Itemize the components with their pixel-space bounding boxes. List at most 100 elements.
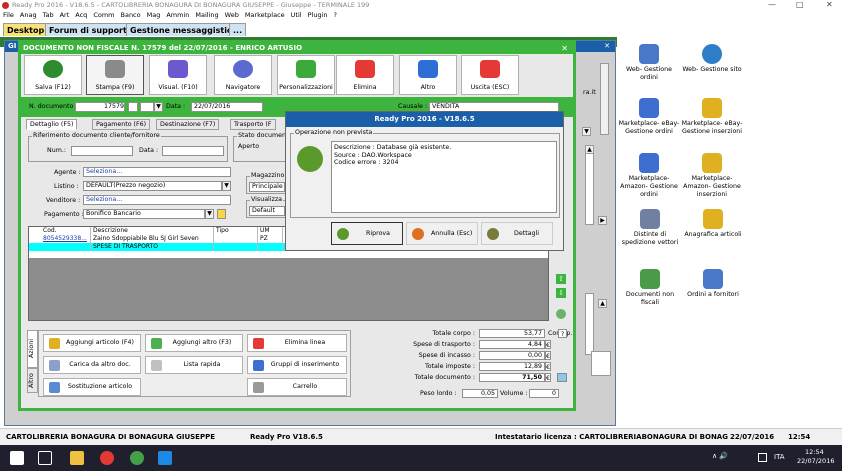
menu-web[interactable]: Web xyxy=(222,11,242,19)
menu-util[interactable]: Util xyxy=(288,11,305,19)
bg-list-lower-up[interactable]: ▲ xyxy=(598,299,607,308)
tab-more[interactable]: ... xyxy=(229,23,247,36)
file-explorer-icon[interactable] xyxy=(70,451,84,465)
num-input[interactable] xyxy=(71,146,133,156)
delete-button[interactable]: Elimina xyxy=(336,55,394,95)
background-window-close[interactable]: ✕ xyxy=(604,41,610,52)
desktop-icon-ebay-ordini[interactable]: Marketplace- eBay- Gestione ordini xyxy=(618,98,680,136)
tab-altro[interactable]: Altro xyxy=(27,368,38,393)
bg-list[interactable] xyxy=(585,145,594,225)
bg-list-up[interactable]: ▲ xyxy=(585,145,594,154)
readypro-taskbar-icon[interactable] xyxy=(100,451,114,465)
exit-button[interactable]: Uscita (ESC) xyxy=(461,55,519,95)
series-dropdown-arrow[interactable]: ▼ xyxy=(154,102,163,112)
menu-help[interactable]: ? xyxy=(331,11,340,19)
magazzino-input[interactable]: Principale xyxy=(249,182,285,192)
data-input[interactable]: 22/07/2016 xyxy=(191,102,263,112)
row-cod[interactable]: 8054529338... xyxy=(41,235,91,243)
retry-button[interactable]: Riprova xyxy=(331,222,403,245)
desktop-icon-web-sito[interactable]: Web- Gestione sito xyxy=(680,44,744,74)
volume-input[interactable]: 0 xyxy=(529,389,559,398)
agente-input[interactable]: Seleziona... xyxy=(83,167,231,177)
menu-ammin[interactable]: Ammin xyxy=(163,11,192,19)
listino-dropdown-arrow[interactable]: ▼ xyxy=(222,181,231,191)
taskbar-time[interactable]: 12:54 xyxy=(805,448,824,456)
help-icon[interactable]: ? xyxy=(558,329,567,338)
taskbar-date[interactable]: 22/07/2016 xyxy=(797,457,834,465)
venditore-input[interactable]: Seleziona... xyxy=(83,195,231,205)
add-other-button[interactable]: Aggiungi altro (F3) xyxy=(145,334,243,352)
calculator-icon[interactable] xyxy=(557,373,567,382)
tab-messaggistica[interactable]: Gestione messaggistica xyxy=(126,23,242,36)
background-scrollbar[interactable] xyxy=(600,63,609,135)
quick-list-button[interactable]: Lista rapida xyxy=(145,356,243,374)
load-from-doc-button[interactable]: Carica da altro doc. xyxy=(43,356,141,374)
menu-art[interactable]: Art xyxy=(57,11,73,19)
menu-acq[interactable]: Acq xyxy=(72,11,90,19)
print-button[interactable]: Stampa (F9) xyxy=(86,55,144,95)
tab-azioni[interactable]: Azioni xyxy=(27,330,38,368)
menu-anag[interactable]: Anag xyxy=(17,11,40,19)
desktop-icon-anagrafica-articoli[interactable]: Anagrafica articoli xyxy=(682,209,744,239)
visualizza-input[interactable]: Default xyxy=(249,206,285,216)
notification-icon[interactable] xyxy=(758,453,767,462)
desktop-icon-web-ordini[interactable]: Web- Gestione ordini xyxy=(620,44,678,82)
folder-icon[interactable] xyxy=(217,209,226,219)
chrome-icon[interactable] xyxy=(130,451,144,465)
data2-input[interactable] xyxy=(162,146,224,156)
task-view-icon[interactable] xyxy=(38,451,52,465)
move-down-icon[interactable]: ⇩ xyxy=(556,288,566,298)
desktop-icon-distinte[interactable]: Distinte di spedizione vettori xyxy=(618,209,682,247)
language-indicator[interactable]: ITA xyxy=(774,453,785,461)
minimize-button[interactable]: — xyxy=(768,0,776,10)
cart-button[interactable]: Carrello xyxy=(247,378,347,396)
menu-mag[interactable]: Mag xyxy=(144,11,164,19)
add-article-button[interactable]: Aggiungi articolo (F4) xyxy=(43,334,141,352)
menu-file[interactable]: File xyxy=(0,11,17,19)
table-row-empty[interactable] xyxy=(29,251,548,258)
pagamento-input[interactable]: Bonifico Bancario xyxy=(83,209,205,219)
tray-icons[interactable]: ∧ 🔊 xyxy=(712,452,728,460)
desktop-icon-amazon-ordini[interactable]: Marketplace- Amazon- Gestione ordini xyxy=(618,153,680,199)
tab-forum[interactable]: Forum di supporto xyxy=(45,23,137,36)
tab-pagamento[interactable]: Pagamento (F6) xyxy=(92,119,151,130)
save-button[interactable]: Salva (F12) xyxy=(24,55,82,95)
tab-dettaglio[interactable]: Dettaglio (F5) xyxy=(26,119,78,130)
n-documento-input[interactable]: 17579 xyxy=(75,102,125,112)
desktop-icon-ordini-fornitori[interactable]: Ordini a fornitori xyxy=(682,269,744,299)
more-button[interactable]: Altro xyxy=(399,55,457,95)
n-documento-suffix[interactable] xyxy=(128,102,138,112)
listino-input[interactable]: DEFAULT(Prezzo negozio) xyxy=(83,181,222,191)
delete-line-button[interactable]: Elimina linea xyxy=(247,334,347,352)
insert-groups-button[interactable]: Gruppi di inserimento xyxy=(247,356,347,374)
preview-button[interactable]: Visual. (F10) xyxy=(149,55,207,95)
menu-plugin[interactable]: Plugin xyxy=(305,11,331,19)
bg-dropdown-arrow[interactable]: ▼ xyxy=(582,127,591,136)
desktop-icon-amazon-inserzioni[interactable]: Marketplace- Amazon- Gestione inserzioni xyxy=(680,153,744,199)
customize-button[interactable]: Personalizzazioni xyxy=(277,55,335,95)
menu-comm[interactable]: Comm xyxy=(90,11,117,19)
pagamento-dropdown-arrow[interactable]: ▼ xyxy=(205,209,214,219)
move-up-icon[interactable]: ⇧ xyxy=(556,274,566,284)
tab-desktop[interactable]: Desktop xyxy=(3,23,49,36)
details-button[interactable]: Dettagli xyxy=(481,222,553,245)
bg-list-lower[interactable] xyxy=(585,293,594,355)
menu-marketplace[interactable]: Marketplace xyxy=(242,11,288,19)
menu-banco[interactable]: Banco xyxy=(118,11,144,19)
n-documento-series[interactable] xyxy=(140,102,154,112)
navigator-button[interactable]: Navigatore xyxy=(214,55,272,95)
desktop-icon-documenti-non-fiscali[interactable]: Documenti non fiscali xyxy=(620,269,680,307)
windows-start-icon[interactable] xyxy=(10,451,24,465)
tab-trasporto[interactable]: Trasporto (F xyxy=(230,119,276,130)
refresh-icon[interactable] xyxy=(556,309,566,319)
app-taskbar-icon[interactable] xyxy=(158,451,172,465)
close-button[interactable]: ✕ xyxy=(826,0,833,10)
menu-tab[interactable]: Tab xyxy=(40,11,57,19)
desktop-icon-ebay-inserzioni[interactable]: Marketplace- eBay- Gestione inserzioni xyxy=(680,98,744,136)
bg-list-right[interactable]: ▶ xyxy=(598,216,607,225)
replace-article-button[interactable]: Sostituzione articolo xyxy=(43,378,141,396)
menu-mailing[interactable]: Mailing xyxy=(192,11,221,19)
document-close-button[interactable]: ✕ xyxy=(561,43,568,54)
maximize-button[interactable]: □ xyxy=(796,0,804,10)
tab-destinazione[interactable]: Destinazione (F7) xyxy=(156,119,220,130)
